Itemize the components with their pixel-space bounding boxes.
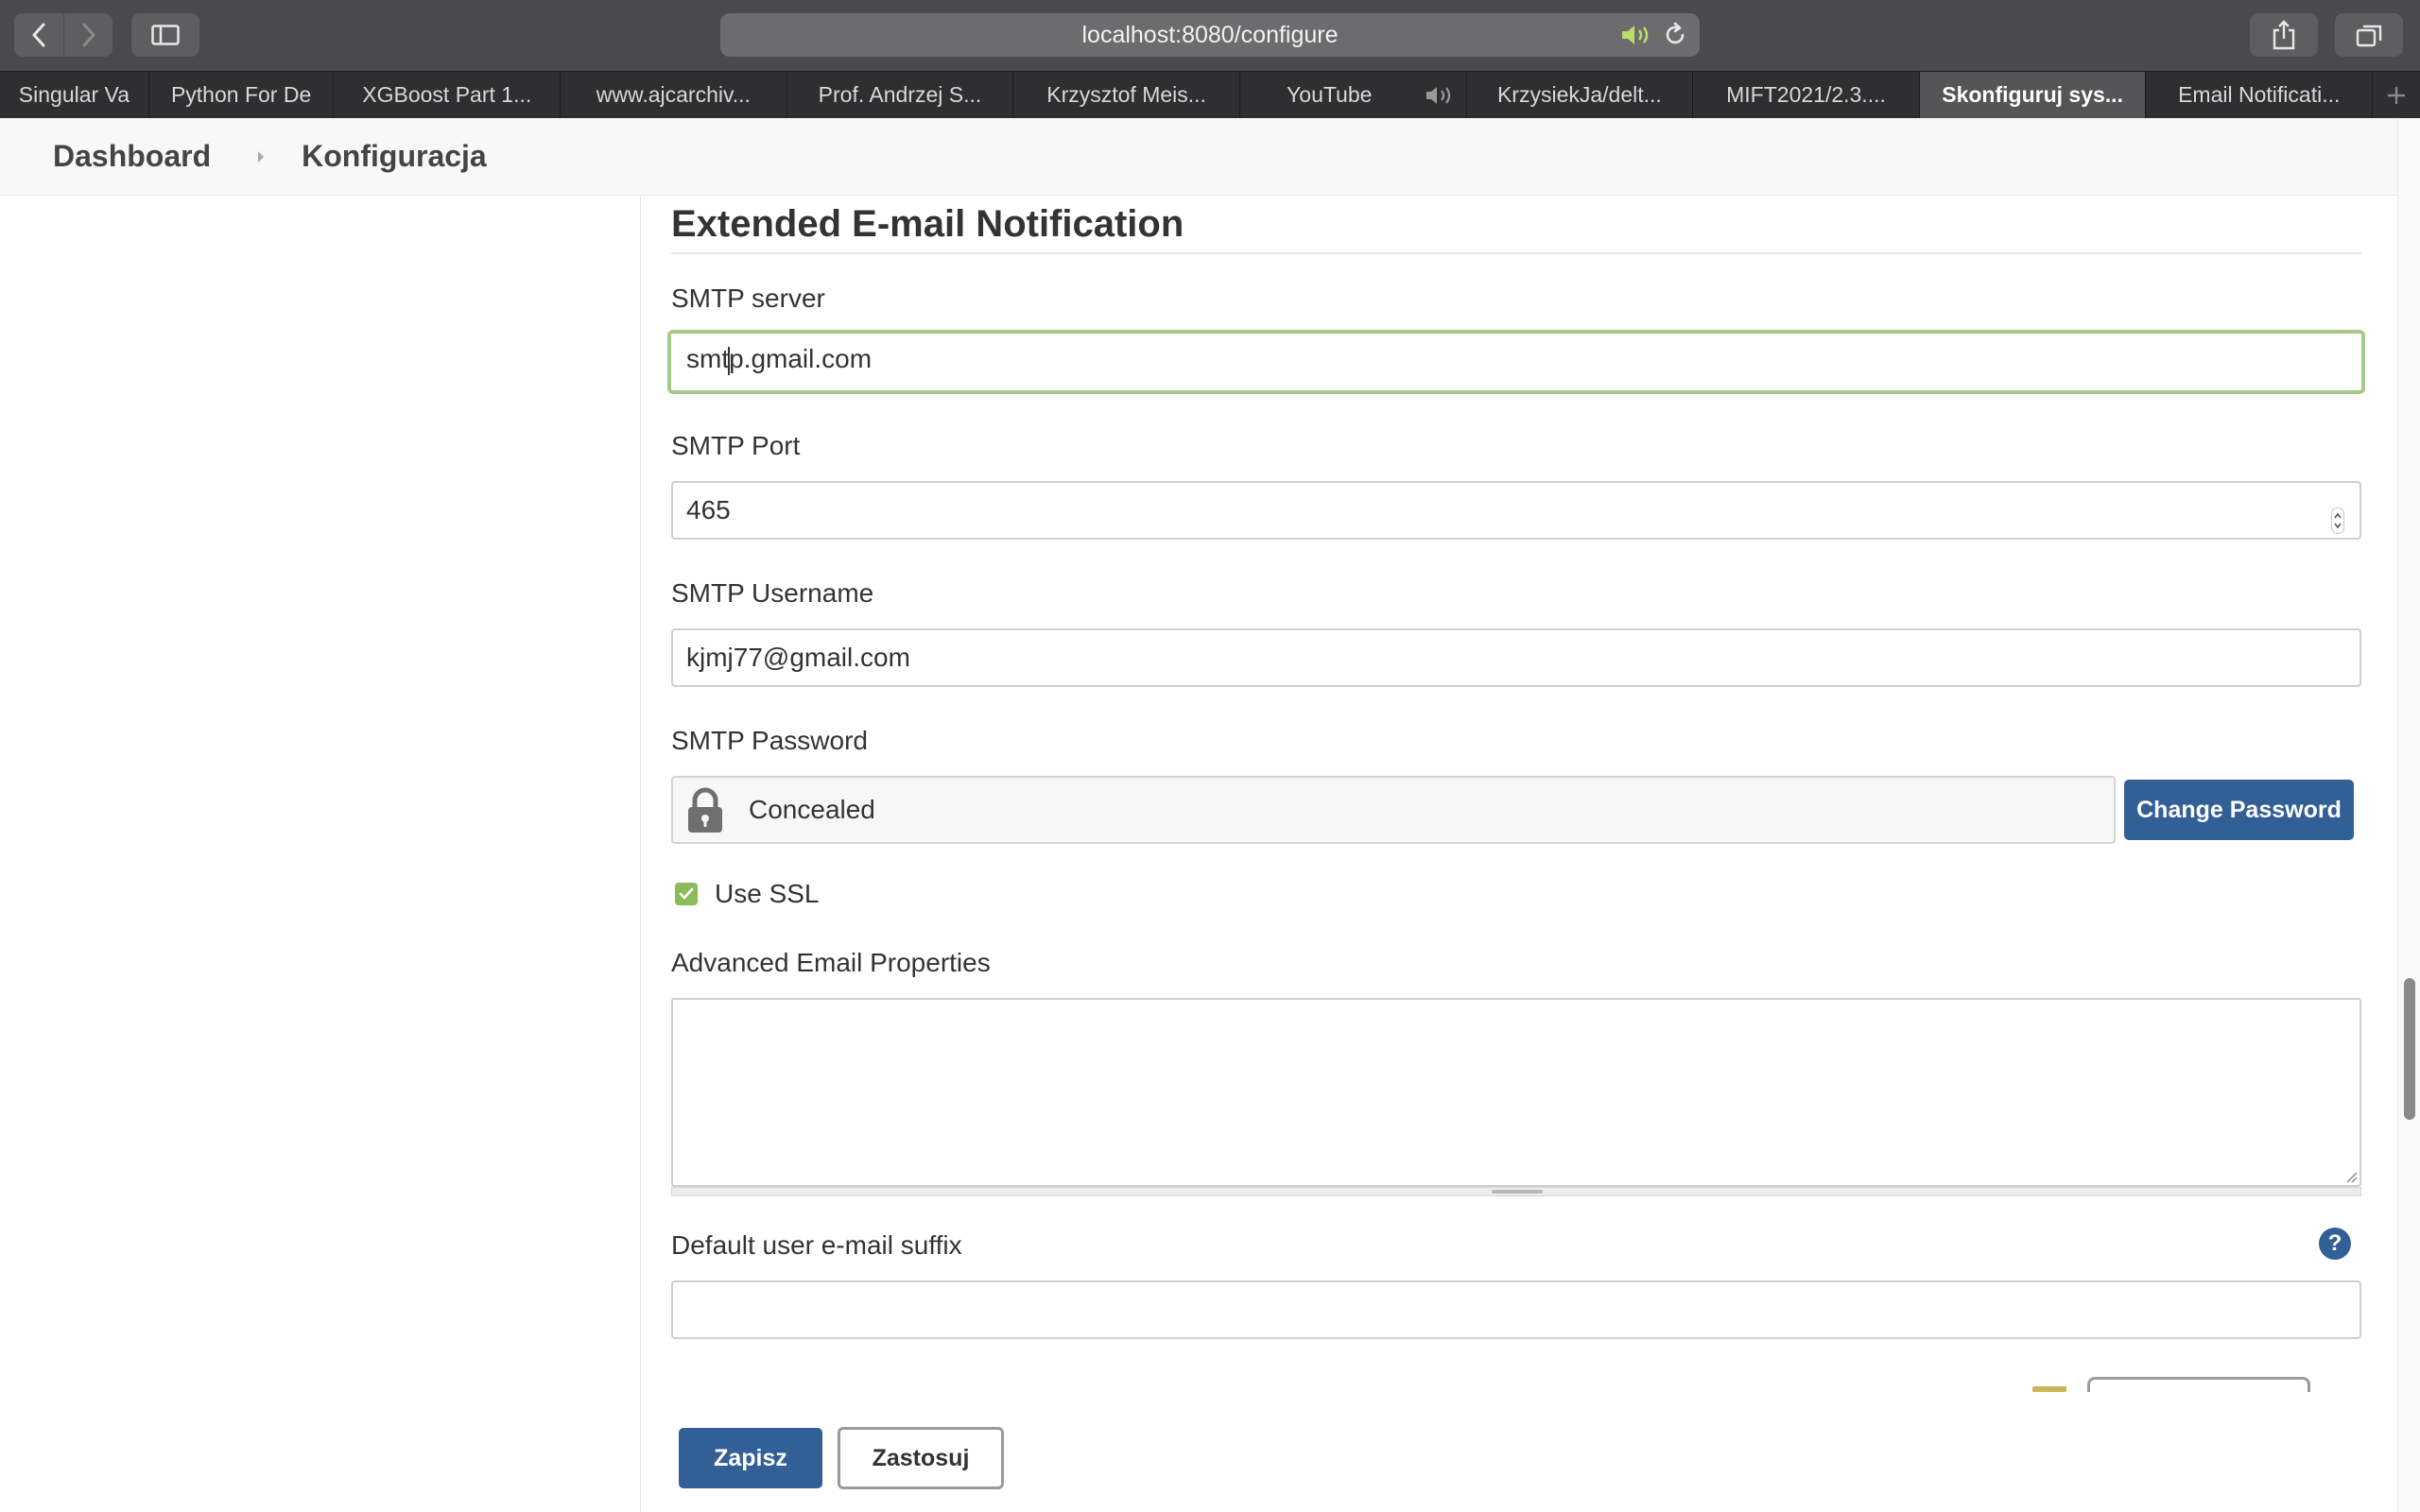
breadcrumb: Dashboard Konfiguracja [0, 118, 2397, 196]
tab-label: Krzysztof Meis... [1046, 82, 1206, 107]
tab-ajcarchiv[interactable]: www.ajcarchiv... [561, 72, 787, 118]
nav-buttons [14, 13, 112, 57]
tab-mift2021[interactable]: MIFT2021/2.3.... [1693, 72, 1920, 118]
breadcrumb-dashboard[interactable]: Dashboard [53, 139, 211, 174]
back-button[interactable] [14, 13, 63, 57]
advanced-props-textarea[interactable] [671, 998, 2361, 1187]
tab-youtube[interactable]: YouTube [1240, 72, 1467, 118]
default-suffix-label: Default user e-mail suffix [671, 1230, 962, 1260]
browser-toolbar: localhost:8080/configure [0, 0, 2420, 71]
smtp-port-input[interactable]: 465 [671, 481, 2361, 540]
chevron-left-icon [32, 23, 45, 47]
config-form: Extended E-mail Notification SMTP server… [641, 196, 2397, 1512]
chevron-right-icon [82, 23, 95, 47]
section-title: Extended E-mail Notification [671, 203, 1184, 245]
reload-icon[interactable] [1662, 13, 1688, 57]
sidebar-toggle-button[interactable] [131, 13, 199, 57]
tab-krzysztof[interactable]: Krzysztof Meis... [1013, 72, 1240, 118]
tab-xgboost[interactable]: XGBoost Part 1... [334, 72, 562, 118]
tab-bar: Singular Va Python For De XGBoost Part 1… [0, 71, 2420, 118]
checkmark-icon [679, 887, 694, 900]
url-text: localhost:8080/configure [1081, 22, 1339, 48]
smtp-port-label: SMTP Port [671, 431, 801, 460]
speaker-icon[interactable] [1620, 13, 1654, 57]
advanced-props-label: Advanced Email Properties [671, 948, 991, 977]
smtp-server-label: SMTP server [671, 284, 825, 313]
tab-singular-value[interactable]: Singular Va [0, 72, 149, 118]
forward-button[interactable] [63, 13, 112, 57]
section-divider [671, 252, 2361, 254]
password-concealed-text: Concealed [749, 795, 875, 824]
smtp-server-input[interactable]: smtp.gmail.com [667, 330, 2365, 394]
tab-label: Prof. Andrzej S... [818, 82, 982, 107]
cut-off-button [2087, 1377, 2310, 1392]
new-tab-button[interactable] [2373, 72, 2420, 118]
tabs-overview-button[interactable] [2335, 13, 2403, 57]
help-icon[interactable]: ? [2319, 1228, 2351, 1260]
share-button[interactable] [2250, 13, 2318, 57]
tabs-overview-icon [2356, 25, 2382, 47]
tab-python-for-de[interactable]: Python For De [149, 72, 335, 118]
smtp-username-label: SMTP Username [671, 578, 874, 608]
speaker-icon[interactable] [1425, 72, 1457, 118]
tab-label: MIFT2021/2.3.... [1726, 82, 1886, 107]
lock-icon [684, 787, 726, 839]
number-spinner-icon[interactable] [2331, 498, 2344, 553]
page-scrollbar[interactable] [2397, 118, 2420, 1512]
share-icon [2273, 20, 2295, 50]
side-panel [0, 196, 641, 1512]
tab-label: Singular Va [18, 82, 130, 107]
smtp-port-value: 465 [686, 495, 731, 524]
sidebar-icon [151, 25, 180, 45]
tab-label: XGBoost Part 1... [362, 82, 532, 107]
textarea-resize-handle[interactable] [671, 1187, 2361, 1196]
tab-label: Email Notificati... [2178, 82, 2341, 107]
tab-label: Python For De [170, 82, 312, 107]
form-footer: Zapisz Zastosuj [641, 1392, 2397, 1512]
chevron-right-icon [256, 149, 266, 164]
tab-krzysiekja[interactable]: KrzysiekJa/delt... [1467, 72, 1694, 118]
tab-label: YouTube [1287, 82, 1373, 107]
tab-label: KrzysiekJa/delt... [1496, 82, 1662, 107]
change-password-button[interactable]: Change Password [2124, 780, 2354, 840]
address-bar[interactable]: localhost:8080/configure [720, 13, 1700, 57]
smtp-password-label: SMTP Password [671, 726, 868, 755]
smtp-password-field: Concealed [671, 776, 2116, 844]
tab-prof-andrzej[interactable]: Prof. Andrzej S... [787, 72, 1014, 118]
smtp-server-value-b: p.gmail.com [729, 344, 873, 373]
apply-button[interactable]: Zastosuj [838, 1427, 1004, 1489]
default-suffix-input[interactable] [671, 1280, 2361, 1339]
drag-handle-icon [1492, 1190, 1543, 1194]
scrollbar-thumb[interactable] [2404, 978, 2415, 1120]
tab-label: Skonfiguruj sys... [1942, 82, 2123, 107]
tab-label: www.ajcarchiv... [596, 82, 751, 107]
smtp-username-input[interactable]: kjmj77@gmail.com [671, 628, 2361, 687]
smtp-server-value-a: smt [686, 344, 730, 373]
use-ssl-checkbox[interactable] [675, 883, 698, 905]
save-button[interactable]: Zapisz [679, 1428, 822, 1488]
plus-icon [2387, 86, 2405, 104]
resize-grip-icon[interactable] [2344, 1170, 2358, 1183]
breadcrumb-current[interactable]: Konfiguracja [302, 139, 487, 174]
tab-skonfiguruj[interactable]: Skonfiguruj sys... [1919, 72, 2147, 118]
tab-email-notification[interactable]: Email Notificati... [2146, 72, 2374, 118]
use-ssl-label[interactable]: Use SSL [715, 879, 820, 909]
smtp-username-value: kjmj77@gmail.com [686, 643, 910, 672]
